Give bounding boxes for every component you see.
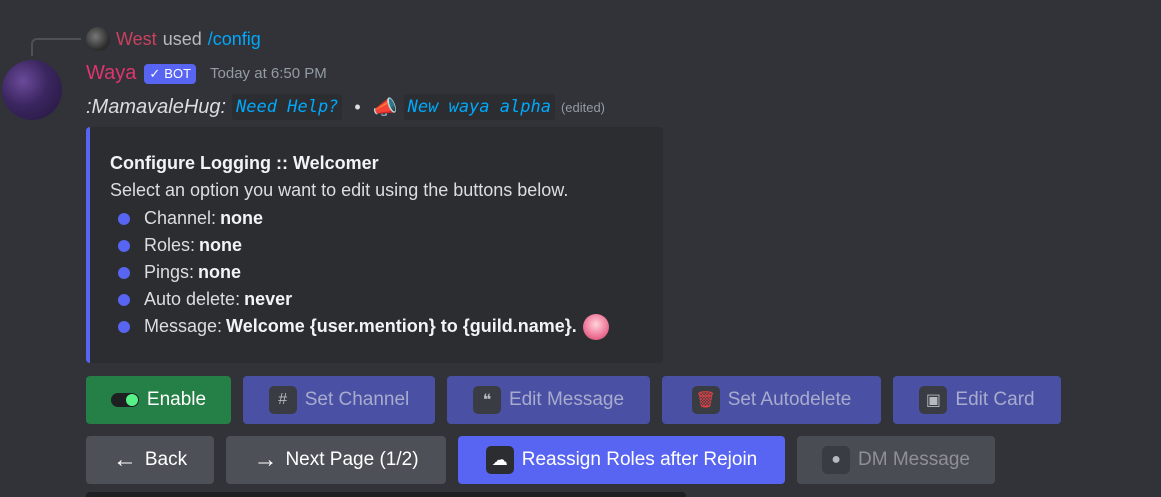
edit-message-label: Edit Message <box>508 389 625 410</box>
reply-used-text: used <box>162 28 202 49</box>
button-row-2: ← Back → Next Page (1/2) ☁ Reassign Role… <box>86 436 995 484</box>
set-channel-button[interactable]: # Set Channel <box>243 376 435 424</box>
edit-card-label: Edit Card <box>955 389 1035 410</box>
field-value: never <box>244 289 293 309</box>
next-page-label: Next Page (1/2) <box>285 449 419 470</box>
trash-icon: 🗑 <box>691 386 720 414</box>
field-label: Roles: <box>144 235 196 255</box>
username[interactable]: Waya <box>86 62 136 85</box>
set-autodelete-label: Set Autodelete <box>727 389 852 410</box>
enable-label: Enable <box>146 389 207 410</box>
back-label: Back <box>144 449 188 470</box>
dm-message-label: DM Message <box>858 449 970 470</box>
set-autodelete-button[interactable]: 🗑 Set Autodelete <box>662 376 881 424</box>
timestamp: Today at 6:50 PM <box>210 65 327 82</box>
embed-title: Configure Logging :: Welcomer <box>110 153 379 173</box>
field-roles: Roles: none <box>110 232 643 259</box>
edit-card-button[interactable]: ▣ Edit Card <box>893 376 1061 424</box>
field-value: none <box>199 235 243 255</box>
field-auto-delete: Auto delete: never <box>110 286 643 313</box>
message-content: :MamavaleHug: Need Help? • 📣 New waya al… <box>86 94 605 120</box>
field-label: Pings: <box>144 262 195 282</box>
reply-avatar[interactable] <box>86 27 110 51</box>
quote-icon: ❝ <box>472 386 501 414</box>
dm-message-button[interactable]: ● DM Message <box>797 436 995 484</box>
arrow-right-icon: → <box>253 446 278 473</box>
check-icon: ✓ <box>149 65 161 81</box>
hash-icon: # <box>268 386 297 414</box>
field-value: none <box>220 208 264 228</box>
arrow-left-icon: ← <box>112 446 137 473</box>
cloud-icon: ☁ <box>485 446 514 474</box>
button-row-1: Enable # Set Channel ❝ Edit Message 🗑 Se… <box>86 376 1061 424</box>
reassign-roles-button[interactable]: ☁ Reassign Roles after Rejoin <box>458 436 785 484</box>
reassign-roles-label: Reassign Roles after Rejoin <box>521 449 758 470</box>
bot-badge: ✓ BOT <box>144 63 197 84</box>
reply-username[interactable]: West <box>116 29 157 50</box>
field-message: Message: Welcome {user.mention} to {guil… <box>110 313 643 340</box>
person-icon: ● <box>822 446 851 474</box>
message-header: Waya ✓ BOT Today at 6:50 PM <box>86 62 327 85</box>
back-button[interactable]: ← Back <box>86 436 214 484</box>
edited-label: (edited) <box>560 99 606 115</box>
image-icon: ▣ <box>919 386 948 414</box>
megaphone-icon: 📣 <box>372 96 398 119</box>
field-label: Channel: <box>144 208 217 228</box>
anime-emoji-icon <box>582 313 609 340</box>
field-label: Message: <box>144 316 223 336</box>
field-value: none <box>198 262 242 282</box>
embed: Configure Logging :: Welcomer Select an … <box>86 127 663 363</box>
bullet-icon <box>118 239 130 252</box>
emoji-text: :MamavaleHug: <box>86 95 227 118</box>
bot-badge-label: BOT <box>164 66 192 81</box>
help-link[interactable]: Need Help? <box>232 94 343 120</box>
embed-field-list: Channel: none Roles: none Pings: none Au… <box>110 205 643 340</box>
avatar[interactable] <box>2 60 62 120</box>
bullet-icon <box>118 293 130 306</box>
reply-reference[interactable]: West used /config <box>86 27 261 51</box>
field-label: Auto delete: <box>144 289 241 309</box>
separator: • <box>354 96 361 117</box>
field-value: Welcome {user.mention} to {guild.name}. <box>226 316 577 336</box>
set-channel-label: Set Channel <box>304 389 410 410</box>
bullet-icon <box>118 320 130 333</box>
toggle-icon <box>110 393 139 407</box>
field-channel: Channel: none <box>110 205 643 232</box>
next-message-edge <box>86 492 686 497</box>
enable-button[interactable]: Enable <box>86 376 231 424</box>
alpha-link[interactable]: New waya alpha <box>403 94 555 120</box>
reply-connector <box>31 38 81 56</box>
embed-description: Select an option you want to edit using … <box>110 180 569 200</box>
field-pings: Pings: none <box>110 259 643 286</box>
next-page-button[interactable]: → Next Page (1/2) <box>226 436 446 484</box>
bullet-icon <box>118 266 130 279</box>
reply-command[interactable]: /config <box>208 29 261 50</box>
bullet-icon <box>118 212 130 225</box>
edit-message-button[interactable]: ❝ Edit Message <box>447 376 650 424</box>
